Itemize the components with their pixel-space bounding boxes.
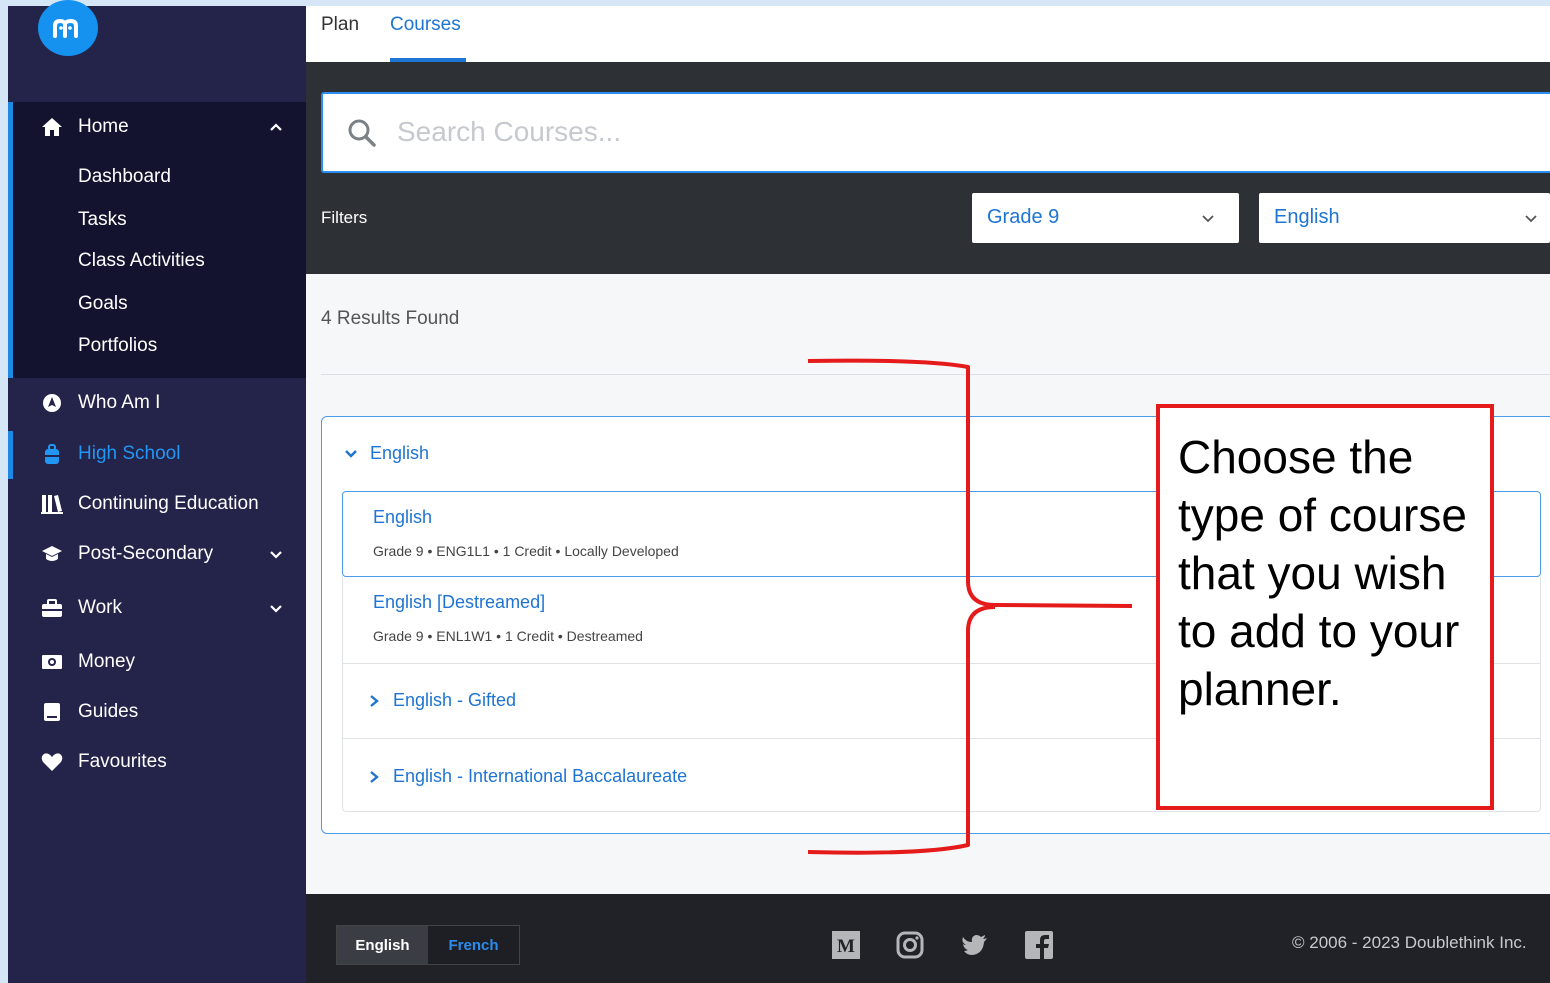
- course-expander[interactable]: English - Gifted: [369, 690, 516, 711]
- chevron-right-icon: [370, 694, 379, 707]
- sidebar-item-post-secondary[interactable]: Post-Secondary: [8, 541, 306, 567]
- sidebar-item-who-am-i[interactable]: Who Am I: [8, 390, 306, 416]
- backpack-icon: [41, 443, 63, 465]
- sidebar-item-label: Continuing Education: [78, 493, 259, 514]
- chevron-up-icon[interactable]: [267, 118, 285, 136]
- course-title: English: [373, 507, 433, 527]
- sidebar-item-label: Who Am I: [78, 392, 161, 413]
- search-panel: Search Courses... Filters Grade 9 Englis…: [306, 62, 1550, 274]
- book-icon: [41, 701, 63, 723]
- chevron-down-icon: [1202, 215, 1214, 223]
- logo-icon: [53, 18, 78, 38]
- medium-icon[interactable]: M: [832, 931, 860, 959]
- facebook-icon[interactable]: [1025, 931, 1053, 959]
- chevron-down-icon: [1525, 215, 1537, 223]
- sidebar-item-portfolios[interactable]: Portfolios: [78, 335, 157, 357]
- filters-label: Filters: [321, 208, 368, 227]
- sidebar-item-label: Post-Secondary: [78, 543, 214, 564]
- tab-courses[interactable]: Courses: [390, 14, 461, 36]
- footer: English French M © 2006 - 2023 Doublethi…: [306, 894, 1550, 983]
- chevron-down-icon[interactable]: [267, 545, 285, 563]
- compass-icon: [41, 392, 63, 414]
- money-icon: [41, 651, 63, 673]
- twitter-icon[interactable]: [961, 931, 989, 959]
- chevron-down-icon[interactable]: [267, 599, 285, 617]
- grade-filter-value: Grade 9: [987, 206, 1060, 228]
- sidebar-item-label: Money: [78, 651, 136, 672]
- language-french-button[interactable]: French: [428, 926, 519, 964]
- sidebar-item-label: High School: [78, 443, 181, 464]
- sidebar-item-label: Guides: [78, 701, 139, 722]
- course-group-header[interactable]: English: [344, 443, 429, 464]
- library-icon: [41, 493, 63, 515]
- sidebar-item-dashboard[interactable]: Dashboard: [78, 166, 171, 188]
- course-meta: Grade 9 • ENG1L1 • 1 Credit • Locally De…: [373, 543, 679, 559]
- top-tabs: Plan Courses: [306, 6, 1550, 62]
- sidebar-item-work[interactable]: Work: [8, 595, 306, 621]
- annotation-callout: Choose the type of course that you wish …: [1156, 404, 1494, 810]
- sidebar-item-favourites[interactable]: Favourites: [8, 749, 306, 775]
- tab-plan[interactable]: Plan: [321, 14, 359, 36]
- sidebar-item-label: Favourites: [78, 751, 167, 772]
- grade-filter-select[interactable]: Grade 9: [972, 193, 1239, 243]
- sidebar-item-label: Home: [78, 116, 129, 137]
- home-icon: [41, 116, 63, 138]
- course-title: English - International Baccalaureate: [393, 766, 688, 786]
- course-title: English [Destreamed]: [373, 592, 546, 612]
- language-toggle: English French: [336, 925, 520, 965]
- sidebar-item-home[interactable]: Home: [8, 114, 306, 140]
- sidebar-item-money[interactable]: Money: [8, 649, 306, 675]
- annotation-text: Choose the type of course that you wish …: [1178, 431, 1467, 715]
- subject-filter-value: English: [1274, 206, 1340, 228]
- course-meta: Grade 9 • ENL1W1 • 1 Credit • Destreamed: [373, 628, 643, 644]
- search-icon: [348, 119, 376, 147]
- sidebar-item-label: Work: [78, 597, 122, 618]
- sidebar-item-continuing-education[interactable]: Continuing Education: [8, 491, 306, 517]
- sidebar-item-high-school[interactable]: High School: [8, 441, 306, 467]
- chevron-right-icon: [370, 770, 379, 783]
- language-english-button[interactable]: English: [337, 926, 428, 964]
- graduation-cap-icon: [41, 543, 63, 565]
- myblueprint-logo[interactable]: [38, 0, 98, 56]
- search-input[interactable]: Search Courses...: [321, 92, 1550, 173]
- annotation-bracket: [807, 358, 1133, 855]
- course-expander[interactable]: English - International Baccalaureate: [369, 766, 687, 787]
- chevron-down-icon: [345, 449, 357, 458]
- sidebar-item-class-activities[interactable]: Class Activities: [78, 250, 205, 272]
- course-title: English - Gifted: [393, 690, 517, 710]
- heart-icon: [41, 751, 63, 773]
- sidebar: Home Dashboard Tasks Class Activities Go…: [8, 0, 306, 983]
- instagram-icon[interactable]: [896, 931, 924, 959]
- svg-text:M: M: [837, 936, 855, 957]
- copyright-text: © 2006 - 2023 Doublethink Inc.: [1292, 933, 1527, 952]
- course-group-title: English: [370, 443, 430, 463]
- subject-filter-select[interactable]: English: [1259, 193, 1550, 243]
- sidebar-item-guides[interactable]: Guides: [8, 699, 306, 725]
- results-count: 4 Results Found: [321, 308, 460, 329]
- search-placeholder: Search Courses...: [397, 116, 622, 147]
- sidebar-item-tasks[interactable]: Tasks: [78, 209, 127, 231]
- briefcase-icon: [41, 597, 63, 619]
- sidebar-item-goals[interactable]: Goals: [78, 293, 128, 315]
